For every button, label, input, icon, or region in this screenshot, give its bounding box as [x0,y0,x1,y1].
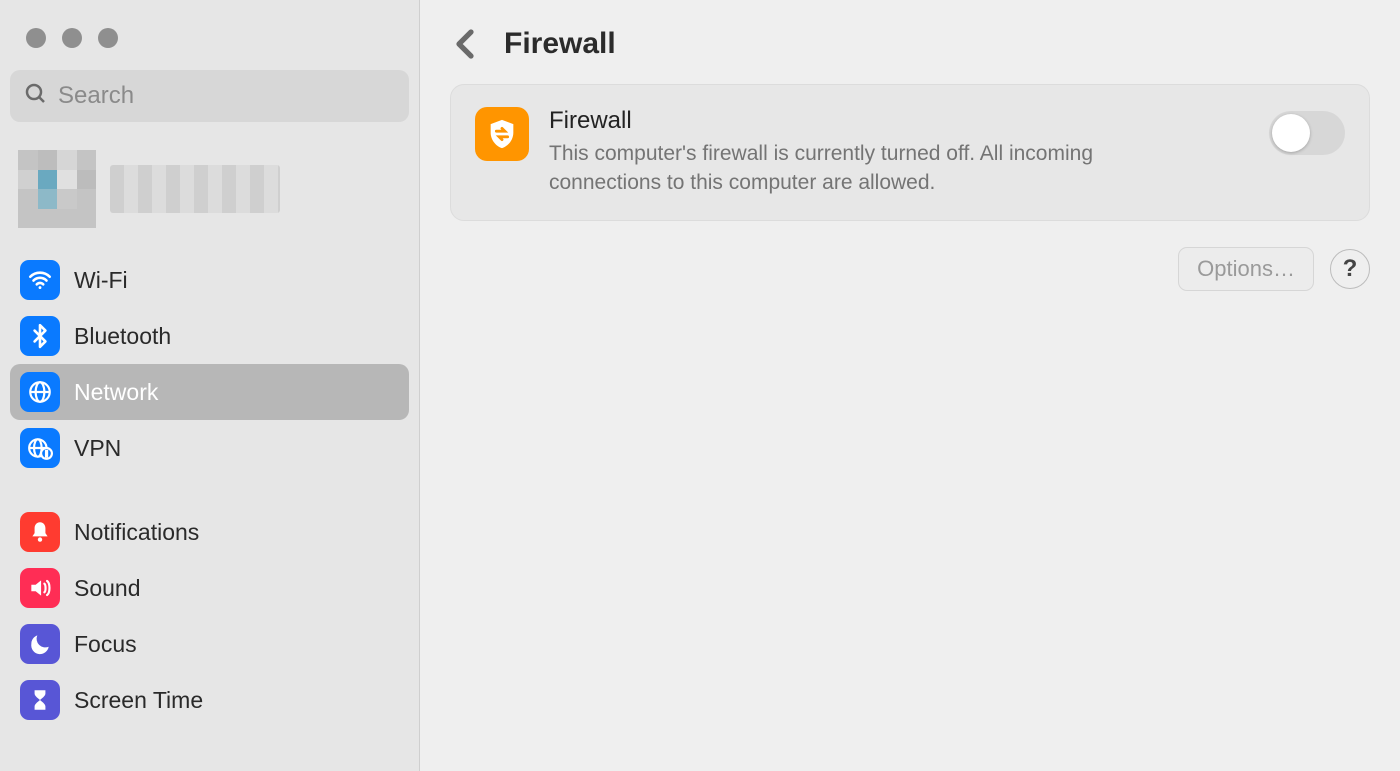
sidebar-item-focus[interactable]: Focus [10,616,409,672]
minimize-window-button[interactable] [62,28,82,48]
sidebar-item-label: Screen Time [74,687,203,714]
sidebar-group: Wi-Fi Bluetooth Network [10,252,409,476]
firewall-card-body: Firewall This computer's firewall is cur… [549,107,1249,198]
page-title: Firewall [504,27,616,61]
vpn-icon: i [20,428,60,468]
sidebar-item-label: Network [74,379,158,406]
firewall-toggle[interactable] [1269,111,1345,155]
svg-text:i: i [45,450,47,459]
search-icon [24,82,48,111]
hourglass-icon [20,680,60,720]
sidebar-item-label: Focus [74,631,137,658]
options-button[interactable]: Options… [1178,247,1314,291]
sidebar-item-screentime[interactable]: Screen Time [10,672,409,728]
sidebar-item-bluetooth[interactable]: Bluetooth [10,308,409,364]
sidebar-item-label: Wi-Fi [74,267,128,294]
bell-icon [20,512,60,552]
firewall-shield-icon [475,107,529,161]
globe-icon [20,372,60,412]
sidebar-item-network[interactable]: Network [10,364,409,420]
help-button[interactable]: ? [1330,249,1370,289]
actions-row: Options… ? [450,247,1370,291]
speaker-icon [20,568,60,608]
sidebar-item-vpn[interactable]: i VPN [10,420,409,476]
sidebar-item-label: Sound [74,575,141,602]
window-controls [10,18,409,70]
sidebar-item-label: VPN [74,435,121,462]
firewall-card: Firewall This computer's firewall is cur… [450,84,1370,221]
toggle-knob [1272,114,1310,152]
sidebar-item-sound[interactable]: Sound [10,560,409,616]
firewall-card-description: This computer's firewall is currently tu… [549,139,1189,198]
settings-window: Wi-Fi Bluetooth Network [0,0,1400,771]
sidebar-item-wifi[interactable]: Wi-Fi [10,252,409,308]
search-input[interactable] [58,82,395,110]
sidebar: Wi-Fi Bluetooth Network [0,0,420,771]
zoom-window-button[interactable] [98,28,118,48]
main-content: Firewall Firewall This computer's firewa… [420,0,1400,771]
search-field-container[interactable] [10,70,409,122]
sidebar-item-notifications[interactable]: Notifications [10,504,409,560]
avatar [18,150,96,228]
wifi-icon [20,260,60,300]
close-window-button[interactable] [26,28,46,48]
sidebar-item-label: Notifications [74,519,199,546]
account-name-redacted [110,165,280,213]
page-header: Firewall [450,14,1370,84]
moon-icon [20,624,60,664]
firewall-card-title: Firewall [549,107,1249,135]
back-button[interactable] [450,24,480,64]
sidebar-group: Notifications Sound Focus [10,504,409,728]
bluetooth-icon [20,316,60,356]
sidebar-item-label: Bluetooth [74,323,171,350]
account-row[interactable] [10,140,409,246]
